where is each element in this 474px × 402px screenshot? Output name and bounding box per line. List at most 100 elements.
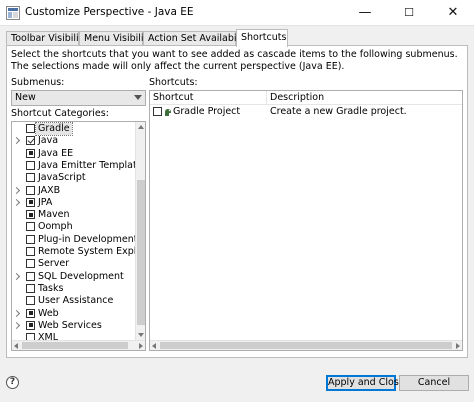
tab-shortcuts[interactable]: Shortcuts [236,29,288,47]
category-item[interactable]: Java [12,135,137,147]
submenus-label: Submenus: [11,77,65,88]
category-checkbox[interactable] [26,160,35,170]
category-checkbox[interactable] [26,136,35,146]
categories-vertical-scrollbar[interactable] [135,122,145,340]
category-item[interactable]: Remote System Explorer [12,246,145,258]
scrollbar-thumb[interactable] [160,342,452,349]
scroll-right-arrow-icon[interactable] [139,343,143,349]
category-item[interactable]: Web [12,308,137,320]
category-checkbox[interactable] [26,124,35,133]
category-item[interactable]: User Assistance [12,295,137,307]
category-label: Java [38,135,59,147]
column-header-description[interactable]: Description [267,91,462,105]
cancel-button[interactable]: Cancel [399,375,469,391]
category-label: Tasks [38,282,64,294]
scroll-right-arrow-icon[interactable] [456,343,460,349]
expand-arrow-icon[interactable] [12,186,21,194]
shortcuts-horizontal-scrollbar[interactable] [150,340,462,350]
category-checkbox[interactable] [26,197,35,207]
dialog-footer: ? Apply and Close Cancel [0,358,474,402]
tab-toolbar-visibility[interactable]: Toolbar Visibility [6,31,88,46]
category-item[interactable]: Plug-in Development [12,234,137,246]
column-header-shortcut[interactable]: Shortcut [150,91,267,105]
scrollbar-thumb[interactable] [137,180,145,325]
category-item[interactable]: Web Services [12,320,137,332]
category-item[interactable]: Oomph [12,221,137,233]
category-checkbox[interactable] [26,259,35,269]
category-checkbox[interactable] [26,271,35,281]
category-label: Web Services [38,319,102,331]
apply-and-close-button[interactable]: Apply and Close [326,375,405,391]
shortcut-name: Gradle Project [173,106,241,117]
shortcuts-label: Shortcuts: [149,77,198,88]
chevron-down-icon [134,95,142,100]
category-item[interactable]: JPA [12,197,137,209]
category-label: JAXB [38,184,61,196]
categories-horizontal-scrollbar[interactable] [12,340,145,350]
help-icon[interactable]: ? [6,376,19,389]
category-checkbox[interactable] [26,210,35,220]
category-label: Oomph [38,221,73,233]
submenu-dropdown[interactable]: New [11,90,146,106]
minimize-button[interactable]: — [343,0,387,26]
category-label: Gradle [35,122,73,136]
expand-arrow-icon[interactable] [12,137,21,145]
maximize-button[interactable]: ☐ [387,0,431,26]
title-bar: Customize Perspective - Java EE — ☐ ✕ [0,0,474,26]
category-item[interactable]: Tasks [12,283,137,295]
category-label: Java Emitter Templates [38,159,146,171]
scroll-down-arrow-icon[interactable] [138,333,144,337]
category-item[interactable]: Java EE [12,148,137,160]
category-label: Maven [38,209,70,221]
scroll-left-arrow-icon[interactable] [14,343,18,349]
category-item[interactable]: JAXB [12,185,137,197]
eclipse-app-icon [6,6,20,20]
category-item[interactable]: Gradle [12,122,137,136]
category-item[interactable]: Maven [12,209,137,221]
shortcut-categories-tree[interactable]: Gradle Java Java EE Java Emitter Templates J… [11,121,146,351]
category-label: Server [38,258,70,270]
category-checkbox[interactable] [26,296,35,306]
close-window-button[interactable]: ✕ [431,0,474,26]
category-item[interactable]: Java Emitter Templates [12,160,145,172]
category-label: Remote System Explorer [38,246,146,257]
category-checkbox[interactable] [26,320,35,330]
shortcut-categories-label: Shortcut Categories: [11,108,109,119]
scrollbar-thumb[interactable] [22,342,128,349]
scroll-up-arrow-icon[interactable] [138,125,144,129]
expand-arrow-icon[interactable] [12,272,21,280]
category-checkbox[interactable] [26,185,35,195]
shortcut-description: Create a new Gradle project. [270,106,407,117]
category-label: SQL Development [38,270,124,282]
submenu-dropdown-value: New [15,92,36,103]
category-item[interactable]: SQL Development [12,271,137,283]
category-label: User Assistance [38,295,114,307]
category-label: JPA [38,196,53,208]
category-checkbox[interactable] [26,247,35,256]
category-label: Plug-in Development [38,233,138,245]
category-checkbox[interactable] [26,222,35,232]
category-item[interactable]: JavaScript [12,172,137,184]
category-checkbox[interactable] [26,283,35,293]
shortcut-checkbox[interactable] [153,107,162,116]
shortcuts-table[interactable]: Shortcut Description Gradle Project Crea… [149,90,463,351]
category-item[interactable]: Server [12,258,137,270]
category-checkbox[interactable] [26,173,35,183]
category-checkbox[interactable] [26,234,35,244]
category-label: Web [38,307,59,319]
category-label: Java EE [38,147,74,159]
window-title: Customize Perspective - Java EE [25,6,194,18]
expand-arrow-icon[interactable] [12,321,21,329]
category-checkbox[interactable] [26,308,35,318]
category-checkbox[interactable] [26,148,35,158]
category-label: JavaScript [38,172,86,184]
expand-arrow-icon[interactable] [12,198,21,206]
instructions-text: Select the shortcuts that you want to se… [11,49,458,72]
expand-arrow-icon[interactable] [12,309,21,317]
tab-action-set-availability[interactable]: Action Set Availability [143,31,251,46]
table-row[interactable]: Gradle Project Create a new Gradle proje… [150,106,462,119]
tab-menu-visibility[interactable]: Menu Visibility [79,31,153,46]
gradle-icon [165,109,171,116]
scroll-left-arrow-icon[interactable] [152,343,156,349]
shortcuts-panel: Select the shortcuts that you want to se… [6,45,468,358]
